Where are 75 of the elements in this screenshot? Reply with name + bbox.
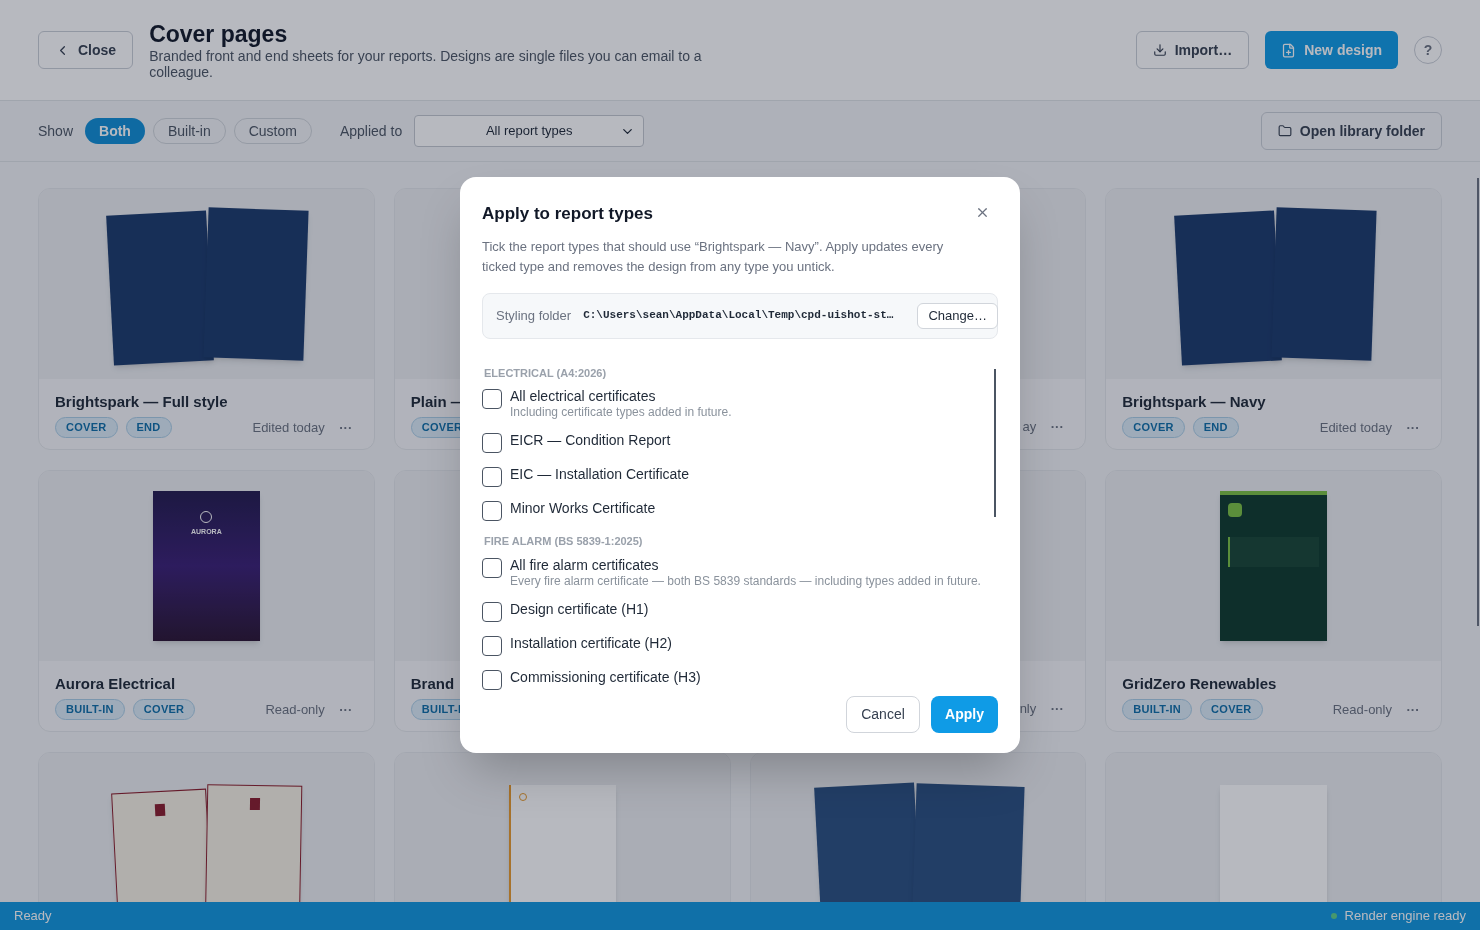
tag: BUILT-IN bbox=[1122, 699, 1193, 720]
report-type-note: Including certificate types added in future. bbox=[510, 405, 732, 419]
download-icon bbox=[1152, 43, 1167, 57]
more-button[interactable]: ··· bbox=[1044, 699, 1071, 719]
show-label: Show bbox=[38, 121, 74, 141]
edit-status: ay bbox=[1022, 418, 1037, 436]
open-folder-button[interactable]: Open library folder bbox=[1260, 112, 1442, 150]
checkbox[interactable] bbox=[482, 501, 502, 521]
checkbox[interactable] bbox=[482, 557, 502, 578]
cancel-button[interactable]: Cancel bbox=[846, 696, 920, 733]
report-type-label: EIC — Installation Certificate bbox=[510, 465, 689, 483]
page-title: Cover pages bbox=[149, 20, 289, 48]
design-title: Brightspark — Full style bbox=[55, 392, 228, 411]
report-type-note: Every fire alarm certificate — both BS 5839 standards — including types added in future. bbox=[510, 573, 981, 588]
folder-path: C:\Users\sean\AppData\Local\Temp\cpd-uishot-st… bbox=[583, 308, 894, 324]
tag: COVER bbox=[1122, 417, 1185, 438]
more-button[interactable]: ··· bbox=[1400, 699, 1426, 719]
close-button[interactable]: Close bbox=[38, 31, 134, 69]
tag: COVER bbox=[132, 699, 196, 720]
filter-chip[interactable]: Both bbox=[85, 118, 145, 144]
report-type-label: Commissioning certificate (H3) bbox=[510, 667, 701, 686]
checkbox[interactable] bbox=[482, 433, 502, 453]
group-heading: FIRE ALARM (BS 5839-1:2025) bbox=[484, 534, 644, 549]
report-type-label: Installation certificate (H2) bbox=[510, 633, 672, 652]
close-icon[interactable] bbox=[975, 205, 990, 220]
checkbox[interactable] bbox=[482, 669, 502, 690]
report-type-select[interactable]: All report types bbox=[414, 115, 645, 147]
tag: END bbox=[125, 417, 172, 438]
design-title: Brightspark — Navy bbox=[1122, 392, 1266, 411]
checkbox[interactable] bbox=[482, 389, 502, 409]
tag: COVER bbox=[55, 417, 118, 438]
tag: BUILT-IN bbox=[55, 699, 125, 720]
folder-label: Styling folder bbox=[496, 306, 572, 325]
more-button[interactable]: ··· bbox=[332, 417, 359, 437]
engine-status: Render engine ready bbox=[1344, 907, 1466, 926]
report-type-label: EICR — Condition Report bbox=[510, 431, 671, 449]
report-type-label: All electrical certificates bbox=[510, 387, 657, 405]
design-card[interactable]: GridZero Renewables BUILT-IN COVER Read-only ··· bbox=[1105, 470, 1442, 732]
report-type-label: Minor Works Certificate bbox=[510, 499, 656, 517]
dialog-title: Apply to report types bbox=[482, 203, 653, 225]
tag: COVER bbox=[1200, 699, 1263, 720]
more-button[interactable]: ··· bbox=[332, 699, 359, 719]
page-subtitle: Branded front and end sheets for your reports. Designs are single files you can email to a colleague. bbox=[149, 48, 703, 80]
checkbox[interactable] bbox=[482, 601, 502, 622]
edit-status: nly bbox=[1019, 700, 1037, 718]
edit-status: Read-only bbox=[1332, 700, 1392, 719]
status-text: Ready bbox=[14, 907, 52, 926]
design-card[interactable]: Brightspark — Full style COVER END Edited today ··· bbox=[38, 188, 375, 450]
report-type-label: All fire alarm certificates bbox=[510, 555, 660, 574]
apply-button[interactable]: Apply bbox=[931, 696, 998, 733]
edit-status: Edited today bbox=[1319, 418, 1392, 437]
checkbox[interactable] bbox=[482, 635, 502, 656]
group-heading: ELECTRICAL (A4:2026) bbox=[484, 365, 608, 381]
folder-icon bbox=[1277, 124, 1292, 138]
crest-icon bbox=[154, 803, 166, 817]
change-button[interactable]: Change… bbox=[917, 302, 998, 329]
more-button[interactable]: ··· bbox=[1400, 417, 1426, 437]
crest-icon bbox=[249, 797, 260, 811]
more-button[interactable]: ··· bbox=[1044, 417, 1071, 437]
design-card[interactable]: Brightspark — Navy COVER END Edited today ··· bbox=[1105, 188, 1442, 450]
tag: END bbox=[1192, 417, 1239, 438]
new-design-button[interactable]: New design bbox=[1265, 31, 1398, 69]
design-title: GridZero Renewables bbox=[1122, 674, 1277, 693]
scrollbar[interactable] bbox=[1477, 178, 1479, 626]
edit-status: Read-only bbox=[265, 700, 325, 719]
file-plus-icon bbox=[1281, 42, 1297, 58]
list-scrollbar[interactable] bbox=[994, 368, 996, 517]
design-title: Brand bbox=[410, 674, 455, 693]
dialog-description: Tick the report types that should use “Brightspark — Navy”. Apply updates every ticked type and removes the design from any type you untick. bbox=[482, 237, 945, 276]
import-button[interactable]: Import… bbox=[1135, 31, 1250, 69]
edit-status: Edited today bbox=[252, 418, 325, 437]
checkbox[interactable] bbox=[482, 467, 502, 487]
report-type-label: Design certificate (H1) bbox=[510, 599, 649, 618]
design-title: Aurora Electrical bbox=[55, 674, 176, 693]
applied-to-label: Applied to bbox=[339, 121, 403, 141]
